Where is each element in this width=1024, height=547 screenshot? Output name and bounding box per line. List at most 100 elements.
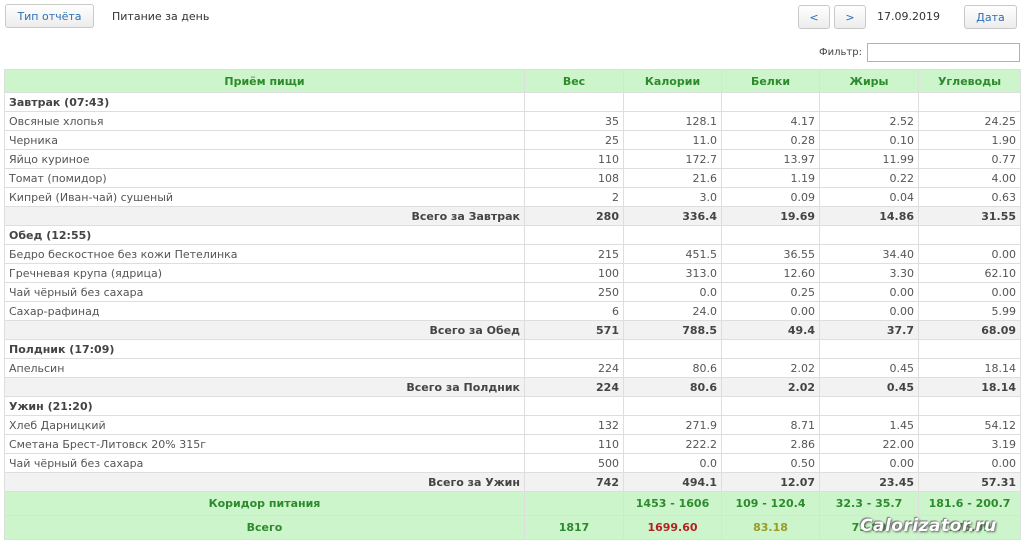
col-header-calories[interactable]: Калории — [623, 69, 722, 93]
meal-subtotal-row: Всего за Ужин 742 494.1 12.07 23.45 57.31 — [4, 472, 1021, 492]
empty-cell — [721, 339, 820, 359]
food-fat: 0.00 — [819, 453, 919, 473]
empty-cell — [918, 92, 1021, 112]
food-name: Кипрей (Иван-чай) сушеный — [4, 187, 525, 207]
food-carbs: 5.99 — [918, 301, 1021, 321]
col-header-carbs[interactable]: Углеводы — [918, 69, 1021, 93]
empty-cell — [721, 396, 820, 416]
col-header-fat[interactable]: Жиры — [819, 69, 919, 93]
food-item-row[interactable]: Хлеб Дарницкий 132 271.9 8.71 1.45 54.12 — [4, 415, 1021, 435]
subtotal-name: Всего за Обед — [4, 320, 525, 340]
table-header-row: Приём пищи Вес Калории Белки Жиры Углево… — [4, 69, 1021, 93]
food-fat: 2.52 — [819, 111, 919, 131]
food-name: Черника — [4, 130, 525, 150]
subtotal-carbs: 68.09 — [918, 320, 1021, 340]
food-weight: 110 — [524, 434, 624, 454]
empty-cell — [524, 92, 624, 112]
food-weight: 6 — [524, 301, 624, 321]
food-calories: 21.6 — [623, 168, 722, 188]
subtotal-fat: 37.7 — [819, 320, 919, 340]
col-header-meal[interactable]: Приём пищи — [4, 69, 525, 93]
date-picker-button[interactable]: Дата — [964, 5, 1017, 29]
filter-input[interactable] — [867, 43, 1020, 62]
food-name: Хлеб Дарницкий — [4, 415, 525, 435]
subtotal-weight: 571 — [524, 320, 624, 340]
food-name: Апельсин — [4, 358, 525, 378]
food-carbs: 3.19 — [918, 434, 1021, 454]
meal-subtotal-row: Всего за Завтрак 280 336.4 19.69 14.86 31.55 — [4, 206, 1021, 226]
corridor-calories: 1453 - 1606 — [623, 491, 722, 516]
food-carbs: 4.00 — [918, 168, 1021, 188]
subtotal-protein: 19.69 — [721, 206, 820, 226]
food-weight: 224 — [524, 358, 624, 378]
prev-day-button[interactable]: < — [798, 5, 830, 29]
food-calories: 0.0 — [623, 282, 722, 302]
subtotal-carbs: 31.55 — [918, 206, 1021, 226]
table-body: Завтрак (07:43) Овсяные хлопья 35 128.1 4.17… — [4, 92, 1021, 540]
empty-cell — [623, 396, 722, 416]
food-calories: 80.6 — [623, 358, 722, 378]
empty-cell — [623, 339, 722, 359]
col-header-weight[interactable]: Вес — [524, 69, 624, 93]
empty-cell — [819, 92, 919, 112]
food-item-row[interactable]: Апельсин 224 80.6 2.02 0.45 18.14 — [4, 358, 1021, 378]
col-header-protein[interactable]: Белки — [721, 69, 820, 93]
food-calories: 313.0 — [623, 263, 722, 283]
food-protein: 1.19 — [721, 168, 820, 188]
food-item-row[interactable]: Черника 25 11.0 0.28 0.10 1.90 — [4, 130, 1021, 150]
next-day-button[interactable]: > — [834, 5, 866, 29]
nutrition-table: Приём пищи Вес Калории Белки Жиры Углево… — [4, 69, 1021, 540]
empty-cell — [819, 225, 919, 245]
food-fat: 0.04 — [819, 187, 919, 207]
food-calories: 128.1 — [623, 111, 722, 131]
empty-cell — [918, 396, 1021, 416]
food-calories: 172.7 — [623, 149, 722, 169]
empty-cell — [918, 339, 1021, 359]
subtotal-name: Всего за Завтрак — [4, 206, 525, 226]
food-calories: 271.9 — [623, 415, 722, 435]
food-calories: 0.0 — [623, 453, 722, 473]
food-item-row[interactable]: Томат (помидор) 108 21.6 1.19 0.22 4.00 — [4, 168, 1021, 188]
food-item-row[interactable]: Кипрей (Иван-чай) сушеный 2 3.0 0.09 0.04 0.6… — [4, 187, 1021, 207]
report-type-button[interactable]: Тип отчёта — [5, 4, 94, 28]
empty-cell — [524, 339, 624, 359]
subtotal-protein: 49.4 — [721, 320, 820, 340]
food-protein: 36.55 — [721, 244, 820, 264]
filter-label: Фильтр: — [819, 47, 862, 58]
total-label: Всего — [4, 515, 525, 540]
food-carbs: 0.00 — [918, 244, 1021, 264]
meal-group-row: Ужин (21:20) — [4, 396, 1021, 416]
food-carbs: 18.14 — [918, 358, 1021, 378]
food-item-row[interactable]: Чай чёрный без сахара 500 0.0 0.50 0.00 0.00 — [4, 453, 1021, 473]
food-protein: 2.02 — [721, 358, 820, 378]
food-protein: 0.25 — [721, 282, 820, 302]
food-item-row[interactable]: Гречневая крупа (ядрица) 100 313.0 12.60 3.3… — [4, 263, 1021, 283]
empty-cell — [623, 92, 722, 112]
food-fat: 34.40 — [819, 244, 919, 264]
food-item-row[interactable]: Сметана Брест-Литовск 20% 315г 110 222.2 2.… — [4, 434, 1021, 454]
subtotal-calories: 80.6 — [623, 377, 722, 397]
empty-cell — [524, 396, 624, 416]
page-title: Питание за день — [112, 10, 210, 23]
meal-title: Полдник (17:09) — [4, 339, 525, 359]
food-fat: 0.22 — [819, 168, 919, 188]
food-calories: 24.0 — [623, 301, 722, 321]
total-weight: 1817 — [524, 515, 624, 540]
food-weight: 215 — [524, 244, 624, 264]
meal-subtotal-row: Всего за Полдник 224 80.6 2.02 0.45 18.14 — [4, 377, 1021, 397]
food-protein: 12.60 — [721, 263, 820, 283]
food-item-row[interactable]: Яйцо куриное 110 172.7 13.97 11.99 0.77 — [4, 149, 1021, 169]
meal-subtotal-row: Всего за Обед 571 788.5 49.4 37.7 68.09 — [4, 320, 1021, 340]
food-item-row[interactable]: Бедро бескостное без кожи Петелинка 215 45… — [4, 244, 1021, 264]
empty-cell — [918, 225, 1021, 245]
subtotal-fat: 0.45 — [819, 377, 919, 397]
food-item-row[interactable]: Сахар-рафинад 6 24.0 0.00 0.00 5.99 — [4, 301, 1021, 321]
food-carbs: 0.00 — [918, 282, 1021, 302]
food-item-row[interactable]: Овсяные хлопья 35 128.1 4.17 2.52 24.25 — [4, 111, 1021, 131]
food-weight: 100 — [524, 263, 624, 283]
food-name: Бедро бескостное без кожи Петелинка — [4, 244, 525, 264]
food-carbs: 62.10 — [918, 263, 1021, 283]
food-item-row[interactable]: Чай чёрный без сахара 250 0.0 0.25 0.00 0.00 — [4, 282, 1021, 302]
food-calories: 451.5 — [623, 244, 722, 264]
empty-cell — [819, 396, 919, 416]
